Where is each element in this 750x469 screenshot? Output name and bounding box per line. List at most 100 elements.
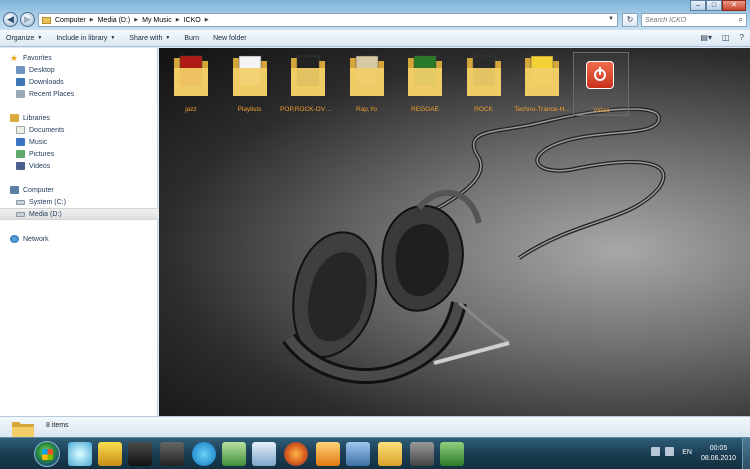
breadcrumb-icko[interactable]: ICKO ▶ bbox=[184, 17, 213, 24]
nav-libraries[interactable]: Libraries bbox=[0, 112, 158, 124]
nav-label: Desktop bbox=[29, 66, 55, 74]
firefox-icon[interactable] bbox=[284, 442, 308, 466]
nav-media-d[interactable]: Media (D:) bbox=[0, 208, 158, 220]
app-icon[interactable] bbox=[346, 442, 370, 466]
item-count: 8 items bbox=[46, 422, 69, 429]
close-button[interactable]: ✕ bbox=[722, 0, 746, 11]
music-icon bbox=[16, 138, 25, 146]
burn-button[interactable]: Burn bbox=[184, 35, 199, 42]
folder-label: ROCK bbox=[474, 106, 493, 113]
forward-arrow-icon[interactable]: ▶ bbox=[20, 12, 35, 27]
maximize-button[interactable]: □ bbox=[706, 0, 722, 11]
tray-icon[interactable] bbox=[651, 447, 660, 456]
nav-favorites[interactable]: ★ Favorites bbox=[0, 52, 158, 64]
preview-pane-icon[interactable]: ◫ bbox=[722, 33, 730, 42]
folder-item[interactable]: Playlists bbox=[222, 52, 278, 116]
folder-label: REGGAE bbox=[411, 106, 439, 113]
breadcrumb-label: Media (D:) bbox=[97, 16, 131, 24]
chevron-right-icon[interactable]: ▶ bbox=[176, 17, 180, 23]
folder-item[interactable]: jazz bbox=[163, 52, 219, 116]
help-icon[interactable]: ? bbox=[740, 33, 744, 42]
desktop-icon bbox=[16, 66, 25, 74]
drive-icon bbox=[16, 199, 25, 205]
star-icon: ★ bbox=[10, 53, 19, 63]
nav-videos[interactable]: Videos bbox=[0, 160, 158, 172]
recent-places-icon bbox=[16, 90, 25, 98]
organize-button[interactable]: Organize ▼ bbox=[6, 35, 42, 42]
caption-buttons: – □ ✕ bbox=[690, 0, 746, 11]
media-player-icon[interactable] bbox=[316, 442, 340, 466]
title-bar: – □ ✕ ◀ ▶ Computer ▶ Media (D:) ▶ My Music… bbox=[0, 0, 750, 30]
folder-item[interactable]: Rap,Yo bbox=[339, 52, 395, 116]
app-icon[interactable] bbox=[410, 442, 434, 466]
nav-network[interactable]: Network bbox=[0, 233, 158, 245]
app-icon[interactable] bbox=[160, 442, 184, 466]
file-list: jazz Playlists POP,ROCK-OVO-... Rap,Yo REGGA… bbox=[159, 48, 750, 416]
clock-date: 08.06.2010 bbox=[700, 455, 736, 462]
app-icon[interactable] bbox=[252, 442, 276, 466]
include-in-library-button[interactable]: Include in library ▼ bbox=[56, 35, 115, 42]
app-icon[interactable] bbox=[222, 442, 246, 466]
new-folder-button[interactable]: New folder bbox=[213, 35, 246, 42]
breadcrumb-label: My Music bbox=[142, 16, 172, 24]
nav-downloads[interactable]: Downloads bbox=[0, 76, 158, 88]
chevron-down-icon: ▼ bbox=[110, 35, 116, 41]
history-dropdown-icon[interactable]: ▼ bbox=[608, 16, 614, 22]
folder-icon bbox=[466, 55, 501, 96]
downloads-icon bbox=[16, 78, 25, 86]
skype-icon[interactable] bbox=[192, 442, 216, 466]
explorer-icon[interactable] bbox=[378, 442, 402, 466]
clock-time: 00:05 bbox=[709, 445, 728, 452]
nav-pictures[interactable]: Pictures bbox=[0, 148, 158, 160]
pictures-icon bbox=[16, 150, 25, 158]
search-icon[interactable]: ⌕ bbox=[739, 15, 743, 25]
breadcrumb-media-d[interactable]: Media (D:) ▶ bbox=[98, 17, 143, 24]
nav-music[interactable]: Music bbox=[0, 136, 158, 148]
start-button[interactable] bbox=[34, 441, 60, 467]
refresh-icon[interactable]: ↻ bbox=[622, 13, 638, 27]
folder-item[interactable]: REGGAE bbox=[397, 52, 453, 116]
folder-label: jazz bbox=[185, 106, 197, 113]
breadcrumb-computer[interactable]: Computer ▶ bbox=[55, 17, 98, 24]
folder-icon bbox=[42, 16, 51, 24]
clock[interactable]: 00:05 08.06.2010 bbox=[701, 444, 736, 464]
search-input[interactable] bbox=[642, 14, 730, 26]
back-arrow-icon[interactable]: ◀ bbox=[3, 12, 18, 27]
nav-label: Documents bbox=[29, 126, 65, 134]
chevron-down-icon: ▼ bbox=[37, 35, 43, 41]
chevron-right-icon[interactable]: ▶ bbox=[205, 17, 209, 23]
tray-icon[interactable] bbox=[665, 447, 674, 456]
nav-documents[interactable]: Documents bbox=[0, 124, 158, 136]
include-in-library-label: Include in library bbox=[56, 34, 108, 42]
app-icon[interactable] bbox=[128, 442, 152, 466]
chevron-right-icon[interactable]: ▶ bbox=[134, 17, 138, 23]
folder-icon bbox=[232, 55, 267, 96]
minimize-button[interactable]: – bbox=[690, 0, 706, 11]
folder-item[interactable]: Techno-Trance-H... bbox=[514, 52, 570, 116]
app-icon[interactable] bbox=[440, 442, 464, 466]
language-indicator[interactable]: EN bbox=[682, 449, 692, 456]
folder-label: Video bbox=[593, 107, 610, 114]
nav-system-c[interactable]: System (C:) bbox=[0, 196, 158, 208]
change-view-icon[interactable]: ▤▾ bbox=[700, 33, 712, 42]
address-bar[interactable]: Computer ▶ Media (D:) ▶ My Music ▶ ICKO ▶ ▼ bbox=[38, 13, 618, 27]
nav-label: Downloads bbox=[29, 78, 64, 86]
nav-recent-places[interactable]: Recent Places bbox=[0, 88, 158, 100]
nav-desktop[interactable]: Desktop bbox=[0, 64, 158, 76]
folder-item[interactable]: Video bbox=[572, 52, 629, 116]
libraries-icon bbox=[10, 114, 19, 122]
navigation-pane: ★ Favorites Desktop Downloads Recent Plac… bbox=[0, 48, 158, 416]
breadcrumb-my-music[interactable]: My Music ▶ bbox=[142, 17, 183, 24]
share-with-button[interactable]: Share with ▼ bbox=[129, 35, 170, 42]
nav-computer[interactable]: Computer bbox=[0, 184, 158, 196]
folder-item[interactable]: POP,ROCK-OVO-... bbox=[280, 52, 336, 116]
power-icon bbox=[585, 61, 614, 89]
app-icon[interactable] bbox=[98, 442, 122, 466]
app-icon[interactable] bbox=[68, 442, 92, 466]
show-desktop-button[interactable] bbox=[742, 438, 750, 469]
folder-item[interactable]: ROCK bbox=[456, 52, 512, 116]
nav-label: Videos bbox=[29, 162, 51, 170]
search-box[interactable]: ⌕ bbox=[641, 13, 747, 27]
folder-label: POP,ROCK-OVO-... bbox=[280, 106, 336, 113]
chevron-right-icon[interactable]: ▶ bbox=[90, 17, 94, 23]
